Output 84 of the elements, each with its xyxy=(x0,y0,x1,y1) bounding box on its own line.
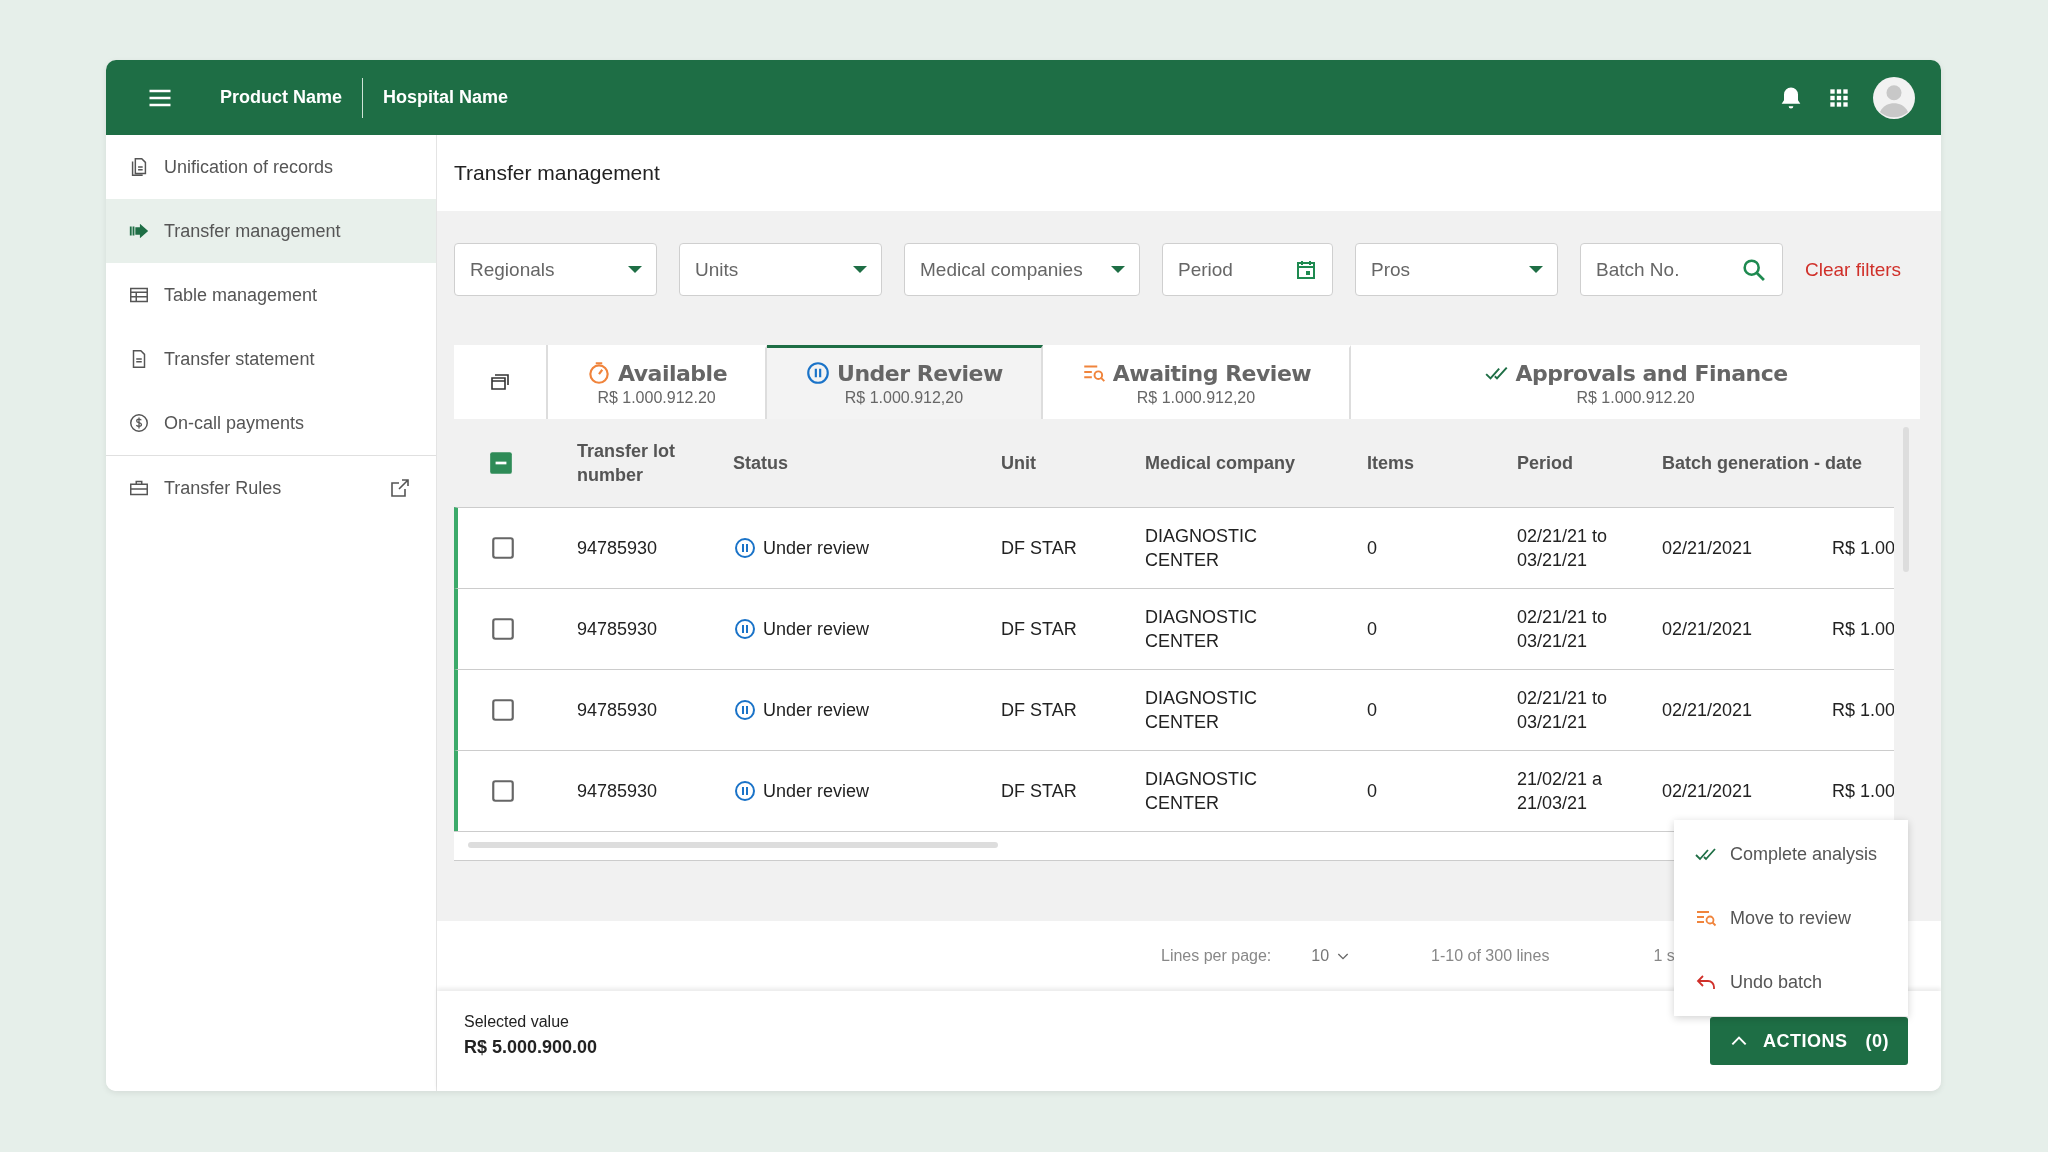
table-cell: R$ 1.00 xyxy=(1832,619,1894,639)
clear-filters-link[interactable]: Clear filters xyxy=(1805,258,1902,281)
column-header: Status xyxy=(733,453,788,473)
lines-per-page-label: Lines per page: xyxy=(1161,947,1272,965)
table-cell: DF STAR xyxy=(1001,700,1077,720)
pause-icon xyxy=(733,536,757,560)
table-cell: R$ 1.00 xyxy=(1832,538,1894,558)
table-cell: 0 xyxy=(1367,700,1377,720)
table-cell: 0 xyxy=(1367,781,1377,801)
status-text: Under review xyxy=(763,618,870,641)
table-cell: R$ 1.00 xyxy=(1832,700,1894,720)
table-cell: DF STAR xyxy=(1001,538,1077,558)
sidebar-item[interactable]: Transfer statement xyxy=(106,327,436,391)
hospital-name: Hospital Name xyxy=(383,87,509,108)
page-title: Transfer management xyxy=(454,161,660,185)
menu-item[interactable]: Undo batch xyxy=(1674,950,1908,1014)
pause-icon xyxy=(733,779,757,803)
table-cell: 02/21/2021 xyxy=(1662,619,1753,639)
pause-icon xyxy=(805,360,832,386)
column-header: Unit xyxy=(1001,453,1036,473)
column-header: Medical company xyxy=(1145,453,1296,473)
page-range-text: 1-10 of 300 lines xyxy=(1431,947,1550,965)
table-cell-text: DIAGNOSTIC CENTER xyxy=(1145,525,1258,572)
dropdown-field[interactable]: Medical companies xyxy=(904,243,1140,296)
select-all-checkbox[interactable] xyxy=(487,450,514,476)
status-tab[interactable]: Under Review R$ 1.000.912,20 xyxy=(767,345,1043,419)
dropdown-field[interactable]: Pros xyxy=(1355,243,1558,296)
column-header: Batch generation - date xyxy=(1662,453,1863,473)
table-cell: R$ 1.00 xyxy=(1832,781,1894,801)
date-field[interactable]: Period xyxy=(1162,243,1333,296)
caret-icon xyxy=(628,266,642,273)
menu-item[interactable]: Complete analysis xyxy=(1674,822,1908,886)
table-cell: 02/21/2021 xyxy=(1662,538,1753,558)
row-checkbox[interactable] xyxy=(489,535,516,561)
caret-icon xyxy=(1111,266,1125,273)
table-cell-text: 02/21/21 to 03/21/21 xyxy=(1517,687,1609,734)
sidebar-item[interactable]: On-call payments xyxy=(106,391,436,455)
menu-item[interactable]: Move to review xyxy=(1674,886,1908,950)
row-checkbox[interactable] xyxy=(489,616,516,642)
table-cell: 02/21/2021 xyxy=(1662,781,1753,801)
search-field[interactable]: Batch No. xyxy=(1580,243,1783,296)
column-header: Items xyxy=(1367,453,1415,473)
table-cell-text: DIAGNOSTIC CENTER xyxy=(1145,768,1258,815)
column-header: Transfer lot number xyxy=(577,441,676,485)
table-cell: 94785930 xyxy=(577,700,658,720)
dropdown-field[interactable]: Units xyxy=(679,243,882,296)
row-checkbox[interactable] xyxy=(489,697,516,723)
caret-icon xyxy=(853,266,867,273)
status-text: Under review xyxy=(763,699,870,722)
table-cell: DF STAR xyxy=(1001,619,1077,639)
table-cell: 94785930 xyxy=(577,781,658,801)
sidebar-item[interactable]: Unification of records xyxy=(106,135,436,199)
table-cell: 0 xyxy=(1367,619,1377,639)
lines-per-page-select[interactable]: 10 xyxy=(1311,947,1352,965)
table-cell-text: 21/02/21 a 21/03/21 xyxy=(1517,768,1604,815)
sidebar-item[interactable]: Table management xyxy=(106,263,436,327)
column-header: Period xyxy=(1517,453,1573,473)
table-cell: 94785930 xyxy=(577,538,658,558)
table-cell-text: DIAGNOSTIC CENTER xyxy=(1145,687,1258,734)
product-name: Product Name xyxy=(220,87,343,108)
dropdown-field[interactable]: Regionals xyxy=(454,243,657,296)
selected-value: R$ 5.000.900.00 xyxy=(464,1036,598,1058)
dollar-icon xyxy=(128,412,150,434)
status-text: Under review xyxy=(763,780,870,803)
table-cell: 94785930 xyxy=(577,619,658,639)
table-cell: 0 xyxy=(1367,538,1377,558)
sidebar-item[interactable]: Transfer Rules xyxy=(106,456,436,520)
table-cell-text: DIAGNOSTIC CENTER xyxy=(1145,606,1258,653)
table-cell-text: 02/21/21 to 03/21/21 xyxy=(1517,606,1609,653)
row-checkbox[interactable] xyxy=(489,778,516,804)
status-text: Under review xyxy=(763,537,870,560)
avatar-icon xyxy=(1873,76,1915,119)
page-text: 1 s xyxy=(1653,947,1675,965)
table-cell: 02/21/2021 xyxy=(1662,700,1753,720)
sidebar-item[interactable]: Transfer management xyxy=(106,199,436,263)
pause-icon xyxy=(733,698,757,722)
table-cell: DF STAR xyxy=(1001,781,1077,801)
status-tab[interactable]: Approvals and Finance R$ 1.000.912.20 xyxy=(1351,345,1920,419)
pause-icon xyxy=(733,617,757,641)
table-cell-text: 02/21/21 to 03/21/21 xyxy=(1517,525,1609,572)
caret-icon xyxy=(1529,266,1543,273)
actions-button[interactable]: ACTIONS (0) xyxy=(1710,1017,1908,1065)
selected-value-label: Selected value xyxy=(464,1012,570,1031)
timer-icon xyxy=(586,360,612,386)
